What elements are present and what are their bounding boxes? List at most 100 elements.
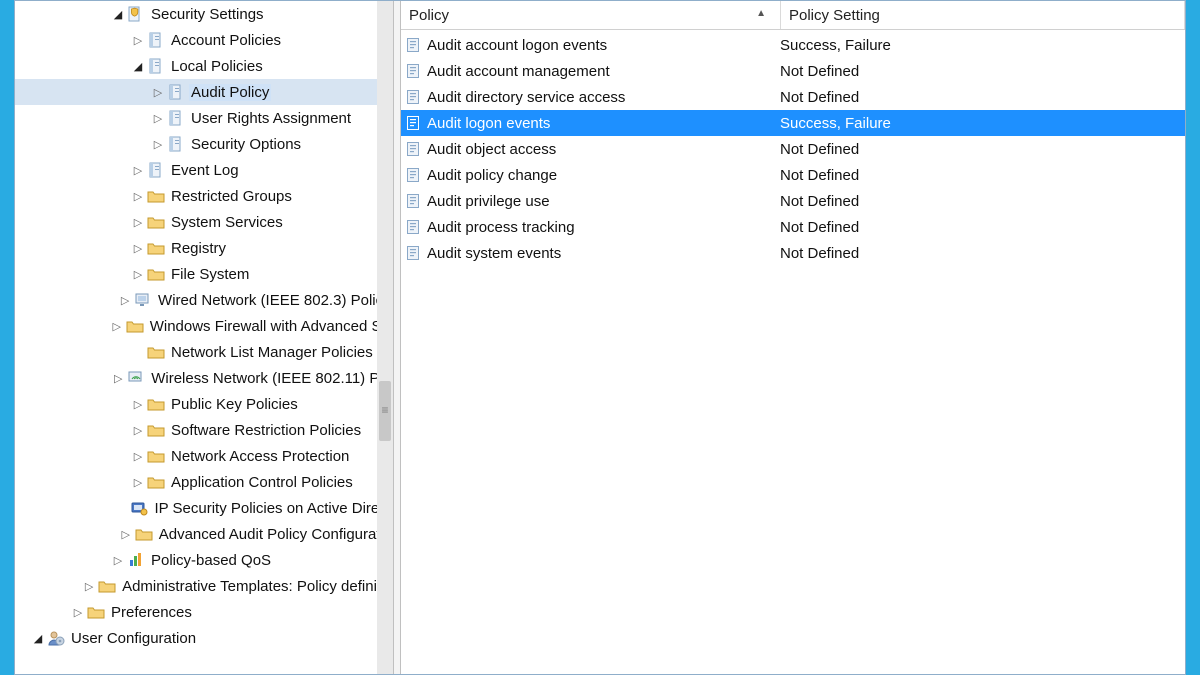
qos-icon [127, 551, 145, 569]
policy-name: Audit policy change [427, 167, 557, 184]
expander-open-icon[interactable]: ◢ [31, 631, 45, 645]
expander-closed-icon[interactable]: ▷ [119, 527, 133, 541]
tree-item-label: Policy-based QoS [149, 552, 273, 569]
pane-splitter[interactable] [394, 1, 401, 674]
tree-item-label: Registry [169, 240, 228, 257]
expander-closed-icon[interactable]: ▷ [131, 423, 145, 437]
scrollbar-thumb[interactable] [379, 381, 391, 441]
policy-setting: Not Defined [776, 63, 1185, 80]
expander-closed-icon[interactable]: ▷ [131, 397, 145, 411]
expander-closed-icon[interactable]: ▷ [71, 605, 85, 619]
expander-closed-icon[interactable]: ▷ [110, 319, 124, 333]
column-header-setting[interactable]: Policy Setting [781, 1, 1185, 29]
tree-item-label: Security Options [189, 136, 303, 153]
tree-view[interactable]: ◢Security Settings▷Account Policies◢Loca… [15, 1, 377, 674]
expander-closed-icon[interactable]: ▷ [131, 189, 145, 203]
expander-closed-icon[interactable]: ▷ [151, 111, 165, 125]
tree-item[interactable]: ▷Wireless Network (IEEE 802.11) Policies [15, 365, 377, 391]
policy-book-icon [147, 31, 165, 49]
tree-item[interactable]: ▷ Registry [15, 235, 377, 261]
expander-closed-icon[interactable]: ▷ [131, 475, 145, 489]
expander-open-icon[interactable]: ◢ [111, 7, 125, 21]
policy-setting: Not Defined [776, 219, 1185, 236]
expander-closed-icon[interactable]: ▷ [131, 33, 145, 47]
expander-closed-icon[interactable]: ▷ [151, 137, 165, 151]
tree-item[interactable]: ▷ Policy-based QoS [15, 547, 377, 573]
folder-icon [147, 395, 165, 413]
tree-vertical-scrollbar[interactable] [377, 1, 393, 674]
tree-item[interactable]: ▷Application Control Policies [15, 469, 377, 495]
tree-item[interactable]: ◢Local Policies [15, 53, 377, 79]
tree-item[interactable]: ▷System Services [15, 209, 377, 235]
tree-item[interactable]: ▷ Preferences [15, 599, 377, 625]
mmc-window: ◢Security Settings▷Account Policies◢Loca… [14, 0, 1186, 675]
tree-item[interactable]: ▷ Windows Firewall with Advanced Security [15, 313, 377, 339]
policy-item-icon [405, 36, 423, 54]
tree-item[interactable]: ▷User Rights Assignment [15, 105, 377, 131]
tree-item[interactable]: ▷ Advanced Audit Policy Configuration [15, 521, 377, 547]
expander-closed-icon[interactable]: ▷ [131, 267, 145, 281]
folder-icon [147, 447, 165, 465]
tree-item-label: Software Restriction Policies [169, 422, 363, 439]
security-shield-icon [127, 5, 145, 23]
policy-item-icon [405, 244, 423, 262]
expander-closed-icon[interactable]: ▷ [111, 553, 125, 567]
policy-book-icon [167, 135, 185, 153]
policy-item-icon [405, 62, 423, 80]
list-row[interactable]: Audit policy changeNot Defined [401, 162, 1185, 188]
tree-item-label: Windows Firewall with Advanced Security [148, 318, 377, 335]
expander-closed-icon[interactable]: ▷ [131, 241, 145, 255]
expander-closed-icon[interactable]: ▷ [151, 85, 165, 99]
expander-none [114, 501, 128, 515]
tree-item[interactable]: ▷Network Access Protection [15, 443, 377, 469]
policy-name: Audit privilege use [427, 193, 550, 210]
tree-item[interactable]: ▷Event Log [15, 157, 377, 183]
tree-item[interactable]: ▷Wired Network (IEEE 802.3) Policies [15, 287, 377, 313]
column-header-policy[interactable]: Policy [401, 1, 781, 29]
list-row[interactable]: Audit object accessNot Defined [401, 136, 1185, 162]
list-row[interactable]: Audit logon eventsSuccess, Failure [401, 110, 1185, 136]
list-row[interactable]: Audit system eventsNot Defined [401, 240, 1185, 266]
expander-closed-icon[interactable]: ▷ [118, 293, 132, 307]
folder-icon [87, 603, 105, 621]
expander-open-icon[interactable]: ◢ [131, 59, 145, 73]
list-row[interactable]: Audit privilege use Not Defined [401, 188, 1185, 214]
tree-item[interactable]: Network List Manager Policies [15, 339, 377, 365]
tree-item[interactable]: ▷ Public Key Policies [15, 391, 377, 417]
list-row[interactable]: Audit directory service accessNot Define… [401, 84, 1185, 110]
tree-pane: ◢Security Settings▷Account Policies◢Loca… [15, 1, 394, 674]
tree-item-label: Public Key Policies [169, 396, 300, 413]
tree-item[interactable]: ▷ File System [15, 261, 377, 287]
tree-item-label: Audit Policy [189, 84, 271, 101]
list-row[interactable]: Audit account managementNot Defined [401, 58, 1185, 84]
tree-item[interactable]: ▷ Security Options [15, 131, 377, 157]
tree-item[interactable]: IP Security Policies on Active Directory [15, 495, 377, 521]
tree-item[interactable]: ◢ User Configuration [15, 625, 377, 651]
tree-item-label: Preferences [109, 604, 194, 621]
expander-closed-icon[interactable]: ▷ [82, 579, 96, 593]
tree-item[interactable]: ▷Administrative Templates: Policy defini… [15, 573, 377, 599]
tree-item[interactable]: ◢Security Settings [15, 1, 377, 27]
expander-closed-icon[interactable]: ▷ [131, 449, 145, 463]
details-pane: Policy Policy Setting Audit account logo… [401, 1, 1185, 674]
expander-closed-icon[interactable]: ▷ [111, 371, 125, 385]
policy-setting: Not Defined [776, 193, 1185, 210]
policy-setting: Not Defined [776, 245, 1185, 262]
tree-item[interactable]: ▷ Audit Policy [15, 79, 377, 105]
tree-item[interactable]: ▷Restricted Groups [15, 183, 377, 209]
policy-name: Audit directory service access [427, 89, 625, 106]
tree-item[interactable]: ▷Account Policies [15, 27, 377, 53]
tree-item[interactable]: ▷ Software Restriction Policies [15, 417, 377, 443]
tree-item-label: User Configuration [69, 630, 198, 647]
tree-item-label: Advanced Audit Policy Configuration [157, 526, 377, 543]
expander-closed-icon[interactable]: ▷ [131, 215, 145, 229]
policy-item-icon [405, 192, 423, 210]
policy-item-icon [405, 114, 423, 132]
list-body[interactable]: Audit account logon eventsSuccess, Failu… [401, 30, 1185, 674]
policy-setting: Success, Failure [776, 115, 1185, 132]
tree-item-label: File System [169, 266, 251, 283]
list-row[interactable]: Audit process trackingNot Defined [401, 214, 1185, 240]
expander-closed-icon[interactable]: ▷ [131, 163, 145, 177]
folder-icon [147, 213, 165, 231]
list-row[interactable]: Audit account logon eventsSuccess, Failu… [401, 32, 1185, 58]
